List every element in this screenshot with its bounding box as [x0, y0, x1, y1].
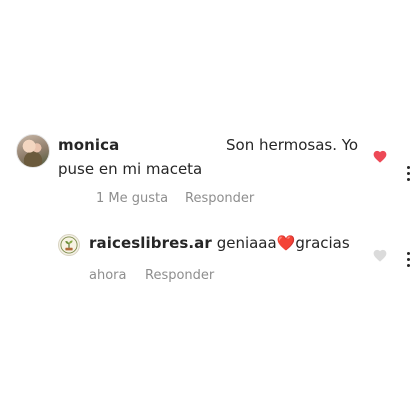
heart-filled-icon — [373, 150, 387, 163]
reply-button[interactable]: Responder — [145, 268, 214, 283]
likes-count[interactable]: 1 Me gusta — [96, 191, 168, 206]
like-button[interactable] — [372, 248, 388, 262]
avatar[interactable] — [58, 234, 80, 256]
more-options-icon[interactable] — [407, 252, 411, 270]
brand-logo-icon — [60, 236, 78, 254]
reply-comment: raiceslibres.ar geniaaa❤️gracias — [89, 234, 350, 252]
like-button[interactable] — [372, 149, 388, 163]
comment-text-after: gracias — [295, 234, 350, 252]
comment-username[interactable]: monica — [58, 136, 119, 154]
timestamp: ahora — [89, 268, 127, 283]
comment-username[interactable]: raiceslibres.ar — [89, 234, 212, 252]
red-heart-emoji: ❤️ — [276, 234, 296, 252]
reply-button[interactable]: Responder — [185, 191, 254, 206]
avatar[interactable] — [16, 134, 50, 168]
comment-text: geniaaa — [216, 234, 277, 252]
more-options-icon[interactable] — [407, 166, 411, 184]
comment-text-line1: Son hermosas. Yo — [226, 136, 359, 154]
heart-outline-icon — [373, 249, 387, 262]
comment-text-line2: puse en mi maceta — [58, 160, 203, 178]
